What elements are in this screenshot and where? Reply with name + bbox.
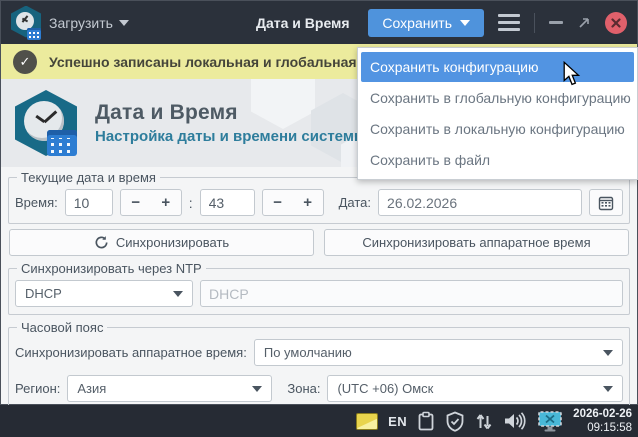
app-clock-icon [11,5,41,40]
titlebar-separator [534,12,535,33]
close-button[interactable] [605,11,627,34]
menu-item-save-local-config[interactable]: Сохранить в локальную конфигурацию [361,114,634,144]
menu-item-save-global-config[interactable]: Сохранить в глобальную конфигурацию [361,83,634,113]
hw-sync-value: По умолчанию [263,345,352,360]
save-dropdown-menu: Сохранить конфигурацию Сохранить в глоба… [357,47,638,180]
hours-increment-button[interactable]: + [151,190,181,215]
time-label: Время: [15,195,58,210]
synchronize-button[interactable]: Синхронизировать [9,229,314,256]
load-dropdown-button[interactable]: Загрузить [49,15,129,31]
chevron-down-icon [252,385,263,392]
hw-sync-select[interactable]: По умолчанию [253,339,623,366]
window-title: Дата и Время [256,14,350,31]
ntp-mode-select[interactable]: DHCP [15,280,193,307]
chevron-down-icon [173,290,183,297]
taskbar-time: 09:15:58 [587,422,632,434]
display-settings-icon[interactable] [537,410,563,433]
system-taskbar: EN 2026-02-26 09:15:58 [0,405,638,437]
minutes-input[interactable] [199,189,255,216]
time-colon: : [188,194,193,211]
network-traffic-icon[interactable] [475,412,493,431]
sync-hardware-time-button[interactable]: Синхронизировать аппаратное время [324,229,629,256]
settings-form: Текущие дата и время Время: − + : − + Да… [1,167,637,416]
page-title: Дата и Время [95,101,238,124]
hours-input[interactable] [64,189,113,216]
minimize-button[interactable] [549,21,563,24]
calendar-icon [598,196,614,210]
datetime-banner-icon [15,88,79,158]
page-subtitle: Настройка даты и времени системы [95,128,367,145]
zone-select[interactable]: (UTC +06) Омск [327,375,623,402]
save-label: Сохранить [382,14,452,31]
minutes-increment-button[interactable]: + [293,190,323,215]
volume-icon[interactable] [503,411,527,431]
menu-item-save-to-file[interactable]: Сохранить в файл [361,145,634,175]
zone-label: Зона: [287,381,321,396]
menu-button[interactable] [498,14,520,31]
region-select[interactable]: Азия [67,375,273,402]
ntp-section: Синхронизировать через NTP DHCP [8,261,630,315]
zone-value: (UTC +06) Омск [337,381,434,396]
titlebar: Загрузить Дата и Время Сохранить [1,1,637,44]
hw-sync-label: Синхронизировать аппаратное время: [15,345,247,360]
minutes-stepper: − + [261,189,324,216]
keyboard-layout-icon[interactable] [356,412,379,430]
notification-text: Успешно записаны локальная и глобальная … [49,53,397,70]
clipboard-icon[interactable] [417,411,435,431]
date-label: Дата: [338,195,372,210]
close-icon [611,17,621,28]
restore-icon [579,17,589,28]
region-value: Азия [77,381,107,396]
mouse-cursor [563,61,581,86]
chevron-down-icon [603,385,613,392]
ntp-legend: Синхронизировать через NTP [21,261,202,276]
hours-stepper: − + [119,189,182,216]
chevron-down-icon [460,19,470,26]
security-shield-icon[interactable] [445,411,465,432]
save-dropdown-button[interactable]: Сохранить [368,8,484,37]
check-circle-icon: ✓ [13,49,37,74]
load-label: Загрузить [49,14,113,31]
chevron-down-icon [603,349,613,356]
sync-hardware-label: Синхронизировать аппаратное время [362,235,591,250]
timezone-legend: Часовой пояс [21,320,104,335]
refresh-icon [95,236,108,249]
taskbar-clock[interactable]: 2026-02-26 09:15:58 [573,407,634,436]
chevron-down-icon [118,19,129,26]
menu-item-save-config[interactable]: Сохранить конфигурацию [361,52,634,82]
current-datetime-legend: Текущие дата и время [21,170,156,185]
region-label: Регион: [15,381,61,396]
minutes-decrement-button[interactable]: − [263,190,293,215]
date-input[interactable] [378,189,582,216]
taskbar-date: 2026-02-26 [573,407,632,420]
language-indicator[interactable]: EN [388,414,407,429]
restore-button[interactable] [577,16,591,30]
ntp-mode-value: DHCP [25,286,62,301]
timezone-section: Часовой пояс Синхронизировать аппаратное… [8,320,630,410]
hours-decrement-button[interactable]: − [121,190,151,215]
synchronize-label: Синхронизировать [115,235,230,250]
ntp-server-input[interactable] [200,280,623,307]
calendar-picker-button[interactable] [589,189,623,216]
desktop: Загрузить Дата и Время Сохранить ✓ Успеш… [0,0,638,437]
